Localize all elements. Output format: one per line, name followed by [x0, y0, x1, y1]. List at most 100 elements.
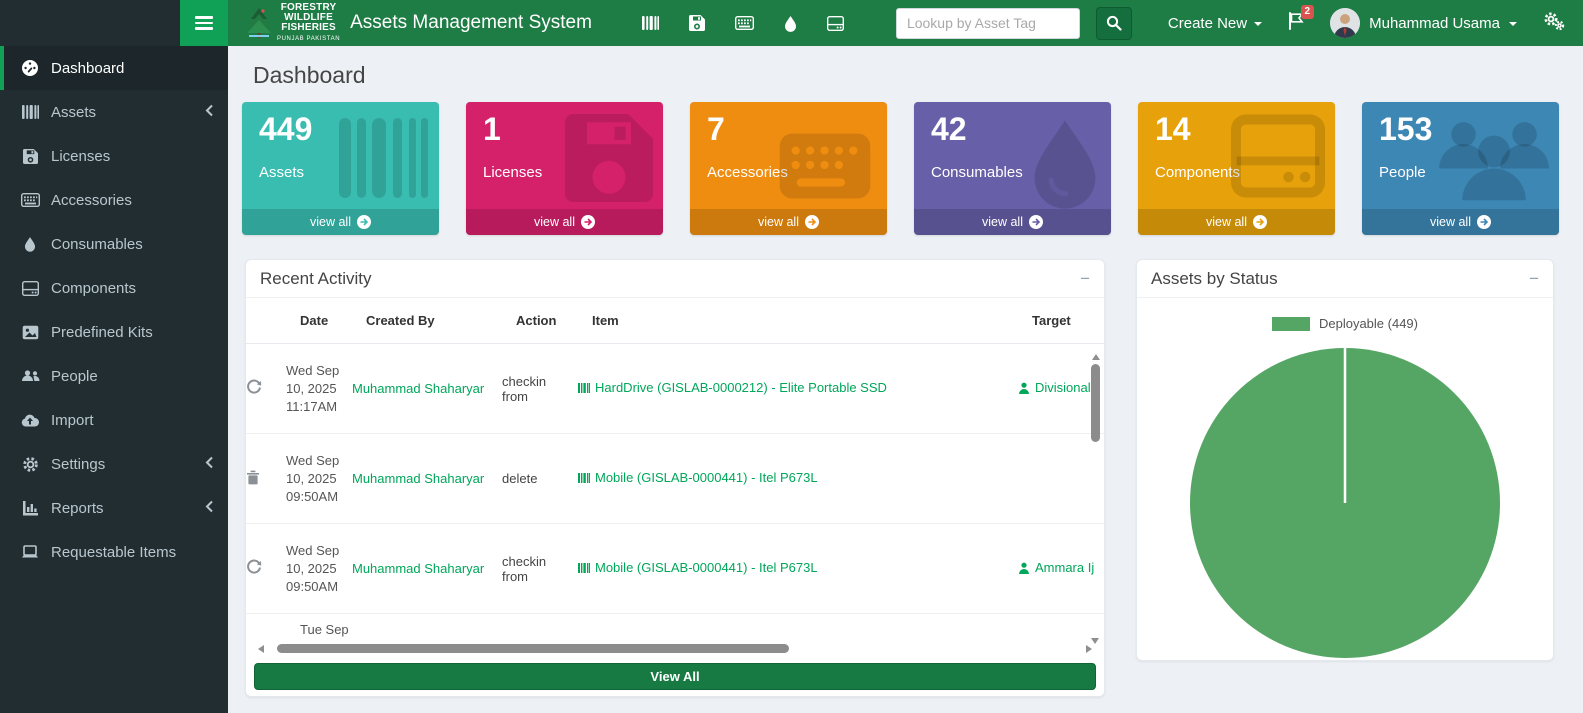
- sidebar-item-label: Reports: [51, 500, 104, 517]
- col-created-by: Created By: [366, 313, 506, 328]
- navbar-dark-corner: [0, 0, 180, 46]
- sidebar-item-dashboard[interactable]: Dashboard: [0, 46, 228, 90]
- col-item: Item: [592, 313, 1022, 328]
- consumables-droplet-quick-icon[interactable]: [784, 15, 797, 32]
- collapse-panel-button[interactable]: −: [1080, 270, 1090, 287]
- app-logo[interactable]: FORESTRY WILDLIFE FISHERIES PUNJAB PAKIS…: [246, 3, 340, 44]
- vertical-scrollbar[interactable]: [1090, 354, 1101, 644]
- droplet-icon: [1029, 114, 1101, 215]
- vertical-scroll-thumb[interactable]: [1091, 364, 1100, 442]
- view-all-label: view all: [1206, 215, 1247, 229]
- checkin-refresh-icon: [246, 379, 276, 398]
- stat-card-people: 153 People view all: [1362, 102, 1559, 235]
- scroll-right-arrow[interactable]: [1086, 645, 1092, 653]
- scroll-left-arrow[interactable]: [258, 645, 264, 653]
- bar-chart-icon: [20, 501, 40, 516]
- view-all-link[interactable]: view all: [1138, 209, 1335, 235]
- created-by-link[interactable]: Muhammad Shaharyar: [352, 381, 484, 396]
- create-new-dropdown[interactable]: Create New: [1168, 15, 1262, 32]
- horizontal-scrollbar[interactable]: [258, 642, 1092, 656]
- sidebar-item-label: Requestable Items: [51, 544, 176, 561]
- view-all-button[interactable]: View All: [254, 663, 1096, 690]
- floppy-icon: [565, 114, 653, 207]
- gear-icon: [20, 456, 40, 473]
- pie-legend-deployable[interactable]: Deployable (449): [1137, 316, 1553, 331]
- sidebar-item-predefined-kits[interactable]: Predefined Kits: [0, 310, 228, 354]
- components-server-quick-icon[interactable]: [827, 16, 844, 31]
- accessories-keyboard-quick-icon[interactable]: [735, 16, 754, 30]
- arrow-circle-right-icon: [357, 215, 371, 229]
- asset-tag-search-input[interactable]: [896, 8, 1080, 39]
- sidebar-item-assets[interactable]: Assets: [0, 90, 228, 134]
- droplet-icon: [20, 236, 40, 252]
- horizontal-scroll-thumb[interactable]: [277, 644, 789, 653]
- view-all-link[interactable]: view all: [242, 209, 439, 235]
- barcode-icon: [20, 104, 40, 120]
- item-link[interactable]: HardDrive (GISLAB-0000212) - Elite Porta…: [578, 380, 887, 395]
- stat-card-consumables: 42 Consumables view all: [914, 102, 1111, 235]
- notifications-button[interactable]: 2: [1288, 12, 1304, 35]
- activity-row-partial: Tue Sep: [246, 614, 1104, 638]
- collapse-panel-button[interactable]: −: [1529, 270, 1539, 287]
- assets-barcode-quick-icon[interactable]: [642, 15, 659, 31]
- person-icon: [1018, 382, 1030, 394]
- view-all-link[interactable]: view all: [1362, 209, 1559, 235]
- sidebar-item-label: Components: [51, 280, 136, 297]
- view-all-label: view all: [1430, 215, 1471, 229]
- stat-card-licenses: 1 Licenses view all: [466, 102, 663, 235]
- sidebar-item-licenses[interactable]: Licenses: [0, 134, 228, 178]
- sidebar-item-import[interactable]: Import: [0, 398, 228, 442]
- scroll-down-arrow[interactable]: [1091, 638, 1099, 644]
- activity-table-header: Date Created By Action Item Target: [246, 298, 1104, 344]
- item-link[interactable]: Mobile (GISLAB-0000441) - Itel P673L: [578, 470, 818, 485]
- stat-cards-row: 449 Assets view all 1 Licenses view all …: [228, 89, 1583, 235]
- activity-action: checkin from: [502, 374, 568, 404]
- search-button[interactable]: [1096, 7, 1132, 40]
- arrow-circle-right-icon: [1477, 215, 1491, 229]
- server-icon: [1231, 114, 1325, 203]
- view-all-link[interactable]: view all: [466, 209, 663, 235]
- top-navbar: FORESTRY WILDLIFE FISHERIES PUNJAB PAKIS…: [0, 0, 1583, 46]
- dashboard-icon: [20, 59, 40, 77]
- assets-by-status-panel: Assets by Status − Deployable (449): [1136, 259, 1554, 661]
- app-title: Assets Management System: [350, 12, 592, 34]
- people-icon: [20, 369, 40, 383]
- sidebar-item-components[interactable]: Components: [0, 266, 228, 310]
- sidebar-item-label: Accessories: [51, 192, 132, 209]
- scroll-up-arrow[interactable]: [1092, 354, 1100, 360]
- sidebar-item-people[interactable]: People: [0, 354, 228, 398]
- sidebar-toggle-button[interactable]: [180, 0, 228, 46]
- checkin-refresh-icon: [246, 559, 276, 578]
- target-link[interactable]: Ammara Ij: [1018, 560, 1094, 575]
- assets-status-pie-chart: [1137, 331, 1553, 661]
- sidebar-item-reports[interactable]: Reports: [0, 486, 228, 530]
- licenses-floppy-quick-icon[interactable]: [689, 15, 705, 31]
- created-by-link[interactable]: Muhammad Shaharyar: [352, 471, 484, 486]
- kit-image-icon: [20, 325, 40, 340]
- arrow-circle-right-icon: [1253, 215, 1267, 229]
- view-all-link[interactable]: view all: [914, 209, 1111, 235]
- created-by-link[interactable]: Muhammad Shaharyar: [352, 561, 484, 576]
- keyboard-icon: [773, 130, 877, 207]
- chevron-down-icon: [1509, 22, 1517, 26]
- user-menu[interactable]: Muhammad Usama: [1330, 8, 1517, 38]
- col-action: Action: [516, 313, 582, 328]
- view-all-link[interactable]: view all: [690, 209, 887, 235]
- sidebar-item-settings[interactable]: Settings: [0, 442, 228, 486]
- view-all-label: view all: [982, 215, 1023, 229]
- sidebar-item-accessories[interactable]: Accessories: [0, 178, 228, 222]
- page-title: Dashboard: [228, 46, 1583, 89]
- sidebar-item-consumables[interactable]: Consumables: [0, 222, 228, 266]
- stat-card-components: 14 Components view all: [1138, 102, 1335, 235]
- assets-by-status-title: Assets by Status: [1151, 269, 1278, 289]
- barcode-icon: [578, 382, 590, 394]
- admin-gears-button[interactable]: [1543, 11, 1565, 36]
- sidebar-item-label: Consumables: [51, 236, 143, 253]
- avatar: [1330, 8, 1360, 38]
- target-link[interactable]: Divisional I: [1018, 380, 1098, 395]
- activity-date: Wed Sep 10, 2025 09:50AM: [286, 452, 342, 506]
- activity-row: Wed Sep 10, 2025 09:50AM Muhammad Shahar…: [246, 434, 1104, 524]
- item-link[interactable]: Mobile (GISLAB-0000441) - Itel P673L: [578, 560, 818, 575]
- sidebar-item-requestable-items[interactable]: Requestable Items: [0, 530, 228, 574]
- activity-action: delete: [502, 471, 568, 486]
